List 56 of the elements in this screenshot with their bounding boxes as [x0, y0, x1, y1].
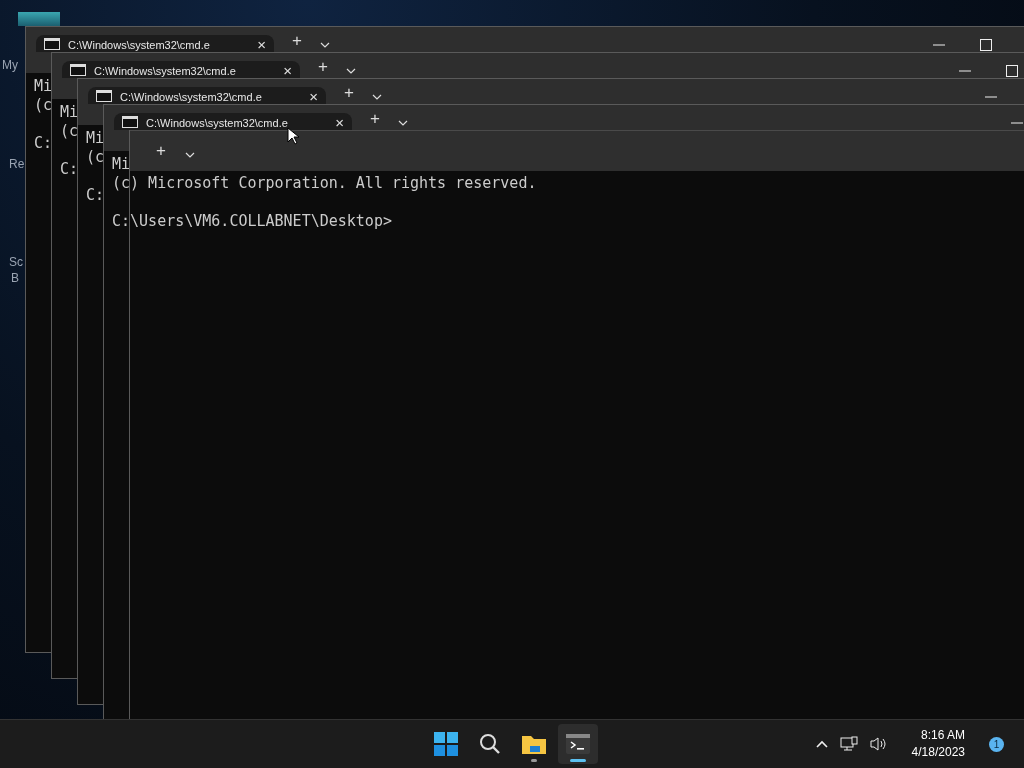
console-prompt: C: [86, 186, 105, 205]
mouse-cursor-icon [287, 127, 299, 145]
window-tab[interactable]: C:\Windows\system32\cmd.e × [36, 35, 274, 52]
chevron-up-icon[interactable] [815, 740, 828, 748]
window-tab[interactable]: C:\Windows\system32\cmd.e × [114, 113, 352, 130]
dropdown-icon[interactable] [185, 152, 195, 158]
tab-title: C:\Windows\system32\cmd.e [146, 116, 289, 130]
console-line: (c [60, 122, 79, 141]
maximize-icon[interactable] [980, 39, 992, 51]
new-tab-button[interactable]: + [288, 32, 306, 50]
console-icon [70, 64, 86, 76]
tab-close-button[interactable]: × [335, 116, 344, 130]
console-line: (c [34, 96, 53, 115]
windows-logo-icon [434, 732, 458, 756]
notification-badge[interactable]: 1 [989, 736, 1004, 752]
taskbar-app-button[interactable] [558, 724, 598, 764]
new-tab-button[interactable]: + [152, 142, 170, 160]
maximize-icon[interactable] [1006, 65, 1018, 77]
desktop-icon-label: My [2, 58, 18, 72]
tab-title: C:\Windows\system32\cmd.e [120, 90, 263, 104]
search-icon [479, 733, 501, 755]
tab-title: C:\Windows\system32\cmd.e [94, 64, 237, 78]
clock-time: 8:16 AM [920, 727, 965, 744]
new-tab-button[interactable]: + [366, 110, 384, 128]
tab-close-button[interactable]: × [309, 90, 318, 104]
console-icon [96, 90, 112, 102]
console-prompt: C: [60, 160, 79, 179]
window-tab[interactable]: C:\Windows\system32\cmd.e × [62, 61, 300, 78]
dropdown-icon[interactable] [320, 42, 330, 48]
network-icon[interactable] [839, 736, 858, 752]
tab-title: C:\Windows\system32\cmd.e [68, 38, 211, 52]
new-tab-button[interactable]: + [340, 84, 358, 102]
console-line: Mi [112, 155, 131, 174]
console-icon [44, 38, 60, 50]
desktop-icon-label: B [11, 271, 19, 285]
console-icon [122, 116, 138, 128]
window-tab[interactable]: C:\Windows\system32\cmd.e × [88, 87, 326, 104]
dropdown-icon[interactable] [372, 94, 382, 100]
terminal-icon [566, 734, 590, 754]
tab-close-button[interactable]: × [257, 38, 266, 52]
console-line: (c) Microsoft Corporation. All rights reserved. [112, 174, 537, 193]
console-line: Mi [34, 77, 53, 96]
volume-icon[interactable] [869, 736, 888, 752]
console-line: (c [86, 148, 105, 167]
tab-close-button[interactable]: × [283, 64, 292, 78]
console-line: Mi [86, 129, 105, 148]
folder-icon [521, 733, 547, 755]
new-tab-button[interactable]: + [314, 58, 332, 76]
dropdown-icon[interactable] [346, 68, 356, 74]
console-prompt: C:\Users\VM6.COLLABNET\Desktop> [112, 212, 392, 231]
console-prompt: C: [34, 134, 53, 153]
dropdown-icon[interactable] [398, 120, 408, 126]
desktop-icon-label: Re [9, 157, 25, 171]
clock-date: 4/18/2023 [911, 744, 965, 761]
desktop-icon-label: Sc [9, 255, 23, 269]
console-line: Mi [60, 103, 79, 122]
